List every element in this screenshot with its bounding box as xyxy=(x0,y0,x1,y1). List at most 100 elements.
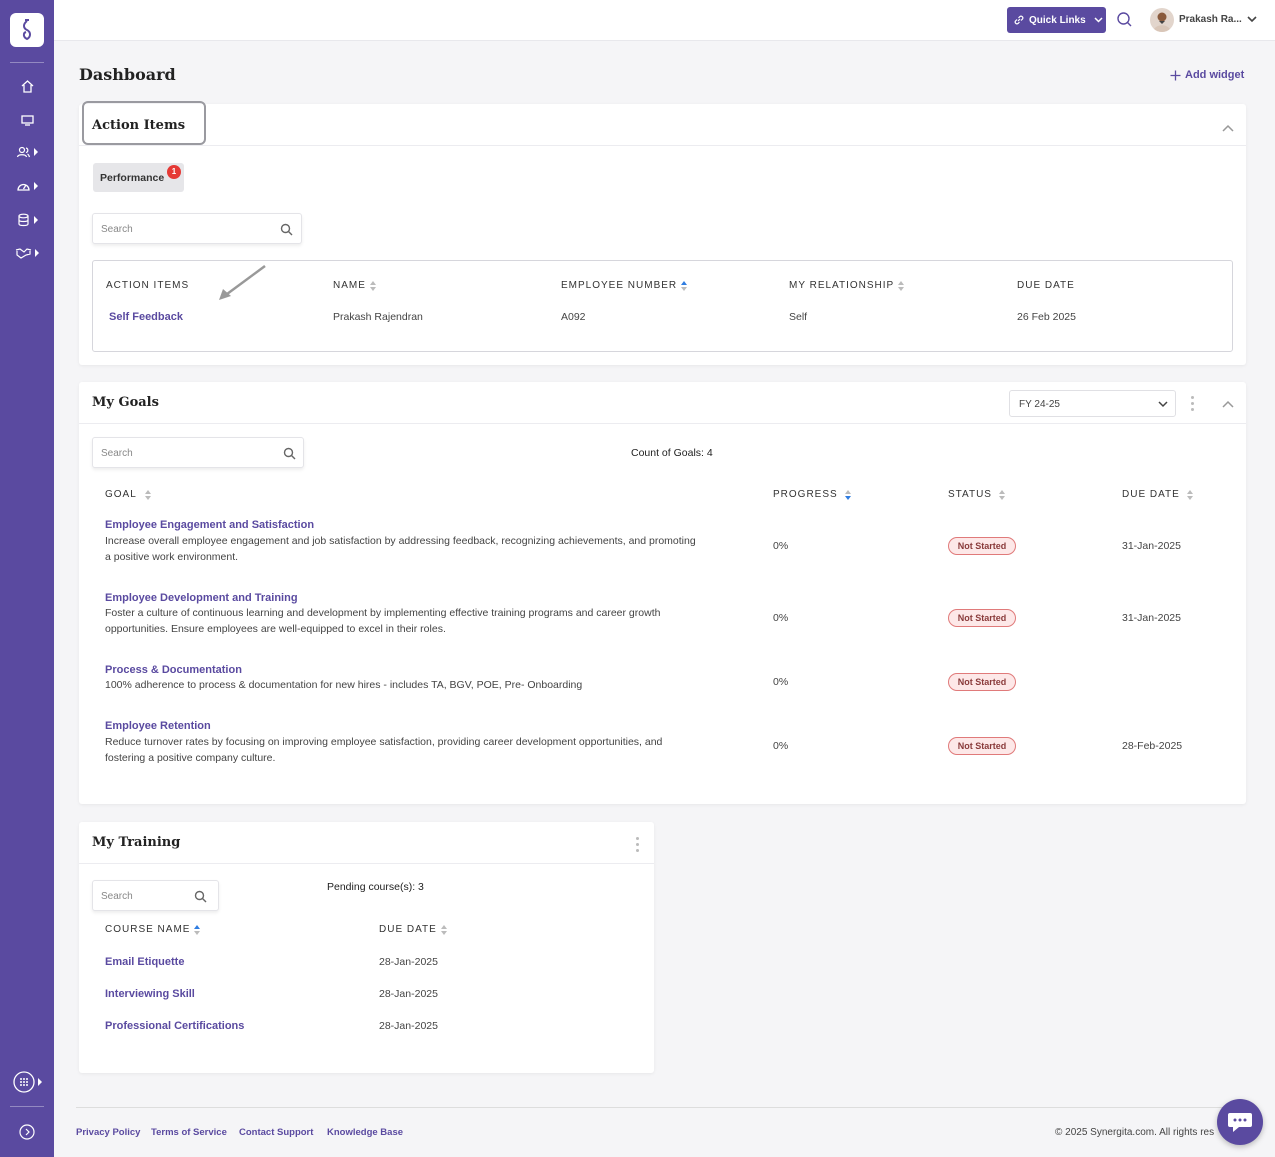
goal-progress: 0% xyxy=(773,540,789,552)
goal-title-link[interactable]: Process & Documentation xyxy=(105,664,242,676)
column-header-employee-number[interactable]: EMPLOYEE NUMBER xyxy=(561,280,688,291)
knowledge-base-link[interactable]: Knowledge Base xyxy=(327,1127,403,1138)
sidebar-item-database[interactable] xyxy=(0,208,54,232)
my-goals-card: My Goals FY 24-25 Search Count of Goals:… xyxy=(79,382,1246,804)
employee-number: A092 xyxy=(561,311,586,323)
sidebar-item-home[interactable] xyxy=(0,74,54,98)
action-items-card: Action Items Performance 1 Search ACTION… xyxy=(79,101,1246,365)
course-link[interactable]: Email Etiquette xyxy=(105,956,184,968)
sidebar-item-handshake[interactable] xyxy=(0,241,54,265)
goal-title-link[interactable]: Employee Development and Training xyxy=(105,592,298,604)
apps-grid-icon xyxy=(12,1071,35,1093)
card-header xyxy=(79,104,1246,146)
search-icon xyxy=(194,890,207,903)
column-header-name[interactable]: NAME xyxy=(333,280,376,291)
home-icon xyxy=(21,80,33,93)
sidebar-item-monitor[interactable] xyxy=(0,108,54,132)
column-header-progress[interactable]: PROGRESS xyxy=(773,489,851,500)
expand-caret-icon xyxy=(34,216,38,224)
sort-asc-icon xyxy=(194,924,201,935)
employee-name: Prakash Rajendran xyxy=(333,311,423,323)
more-options-icon[interactable] xyxy=(636,837,640,852)
privacy-policy-link[interactable]: Privacy Policy xyxy=(76,1127,140,1138)
avatar[interactable] xyxy=(1150,8,1174,32)
add-widget-button[interactable]: Add widget xyxy=(1170,69,1244,81)
search-icon[interactable] xyxy=(1115,10,1135,30)
fy-select[interactable]: FY 24-25 xyxy=(1009,390,1176,417)
search-placeholder: Search xyxy=(101,224,133,235)
sidebar-item-gauge[interactable] xyxy=(0,174,54,198)
sidebar xyxy=(0,0,54,1157)
tab-performance[interactable]: Performance 1 xyxy=(93,163,184,192)
users-icon xyxy=(16,146,31,158)
card-title: Action Items xyxy=(92,118,186,133)
column-header-due-date[interactable]: DUE DATE xyxy=(379,924,447,935)
column-header-status[interactable]: STATUS xyxy=(948,489,1005,500)
quick-links-button[interactable]: Quick Links xyxy=(1007,7,1106,33)
expand-icon xyxy=(19,1124,35,1140)
synergita-logo[interactable] xyxy=(10,13,44,47)
relationship: Self xyxy=(789,311,808,323)
sort-icon xyxy=(1186,489,1193,500)
status-badge: Not Started xyxy=(948,609,1016,627)
search-input[interactable]: Search xyxy=(92,437,304,468)
plus-icon xyxy=(1170,70,1181,80)
add-widget-label: Add widget xyxy=(1185,69,1245,81)
due-date: 26 Feb 2025 xyxy=(1017,311,1076,323)
notification-badge: 1 xyxy=(167,165,181,179)
goal-progress: 0% xyxy=(773,740,789,752)
course-link[interactable]: Professional Certifications xyxy=(105,1020,244,1032)
course-link[interactable]: Interviewing Skill xyxy=(105,988,195,1000)
goal-title-link[interactable]: Employee Engagement and Satisfaction xyxy=(105,519,314,531)
goal-title-link[interactable]: Employee Retention xyxy=(105,720,211,732)
sort-icon xyxy=(144,489,151,500)
sidebar-divider xyxy=(10,62,44,63)
sidebar-item-users[interactable] xyxy=(0,140,54,164)
footer-divider xyxy=(76,1107,1246,1108)
goals-count: Count of Goals: 4 xyxy=(631,447,713,459)
handshake-icon xyxy=(15,248,32,259)
action-item-link[interactable]: Self Feedback xyxy=(109,311,183,323)
user-photo-icon xyxy=(1153,12,1171,32)
goal-progress: 0% xyxy=(773,612,789,624)
card-title: My Training xyxy=(92,835,181,850)
chevron-up-icon[interactable] xyxy=(1222,398,1234,410)
column-header-my-relationship[interactable]: MY RELATIONSHIP xyxy=(789,280,905,291)
goal-progress: 0% xyxy=(773,676,789,688)
goal-description: Increase overall employee engagement and… xyxy=(105,535,696,563)
card-title: My Goals xyxy=(92,395,159,410)
course-due-date: 28-Jan-2025 xyxy=(379,956,438,968)
sidebar-item-apps[interactable] xyxy=(0,1070,54,1094)
copyright: © 2025 Synergita.com. All rights res xyxy=(1055,1127,1215,1138)
sidebar-expand-button[interactable] xyxy=(0,1120,54,1144)
search-input[interactable]: Search xyxy=(92,213,302,244)
page-title: Dashboard xyxy=(79,65,176,84)
chat-button[interactable] xyxy=(1217,1099,1263,1145)
action-items-table: ACTION ITEMS NAME EMPLOYEE NUMBER MY REL… xyxy=(92,260,1233,352)
column-header-due-date[interactable]: DUE DATE xyxy=(1122,489,1193,500)
pointer-arrow-icon xyxy=(219,265,266,300)
goal-due-date: 31-Jan-2025 xyxy=(1122,612,1181,624)
sort-icon xyxy=(898,280,905,291)
chevron-down-icon xyxy=(1094,17,1103,23)
gauge-icon xyxy=(17,183,30,191)
column-header-goal[interactable]: GOAL xyxy=(105,489,151,500)
search-icon xyxy=(283,447,296,460)
monitor-icon xyxy=(20,115,34,126)
search-placeholder: Search xyxy=(101,448,133,459)
column-header-action-items: ACTION ITEMS xyxy=(106,280,190,291)
chevron-down-icon[interactable] xyxy=(1247,16,1257,23)
chevron-up-icon[interactable] xyxy=(1222,122,1234,134)
status-badge: Not Started xyxy=(948,537,1016,555)
fy-selected-value: FY 24-25 xyxy=(1019,399,1060,410)
user-name[interactable]: Prakash Ra... xyxy=(1179,14,1242,25)
quick-links-label: Quick Links xyxy=(1029,14,1086,26)
column-header-course-name[interactable]: COURSE NAME xyxy=(105,924,201,935)
expand-caret-icon xyxy=(35,249,39,257)
search-icon xyxy=(280,223,293,236)
tab-label: Performance xyxy=(100,172,165,184)
search-input[interactable]: Search xyxy=(92,880,219,911)
terms-of-service-link[interactable]: Terms of Service xyxy=(151,1127,227,1138)
contact-support-link[interactable]: Contact Support xyxy=(239,1127,313,1138)
more-options-icon[interactable] xyxy=(1191,396,1195,411)
